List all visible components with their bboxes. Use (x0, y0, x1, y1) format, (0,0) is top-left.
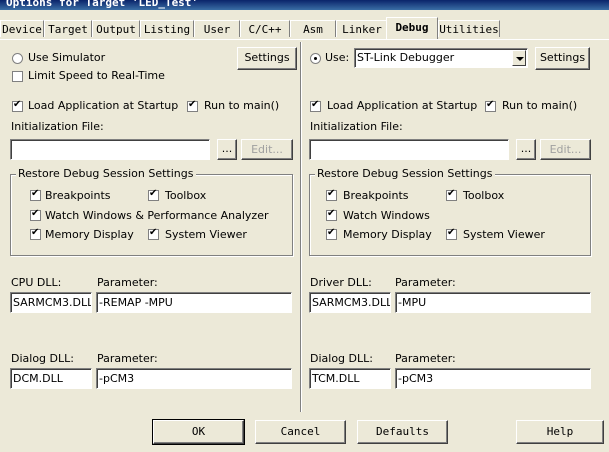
left-sysviewer-checkbox[interactable] (148, 227, 159, 240)
right-toolbox-label: Toolbox (463, 189, 505, 202)
right-sysviewer-checkbox[interactable] (446, 227, 457, 240)
right-init-file-label: Initialization File: (310, 120, 403, 133)
left-dialog-param-label: Parameter: (97, 352, 158, 365)
use-debugger-radio[interactable] (310, 53, 321, 64)
right-edit-button[interactable]: Edit... (540, 139, 591, 160)
use-debugger-label: Use: (325, 51, 350, 64)
right-dialog-dll-label: Dialog DLL: (310, 352, 373, 365)
cpu-param-input[interactable]: -REMAP -MPU (96, 292, 292, 313)
debugger-select[interactable]: ST-Link Debugger (354, 48, 528, 68)
left-dialog-dll-label: Dialog DLL: (11, 352, 74, 365)
tab-output[interactable]: Output (92, 20, 140, 37)
right-watch-checkbox[interactable] (326, 208, 337, 221)
left-breakpoints-label: Breakpoints (45, 189, 111, 202)
left-run-to-main-checkbox[interactable] (187, 99, 198, 112)
limit-speed-checkbox[interactable] (12, 71, 23, 82)
left-sysviewer-label: System Viewer (165, 228, 247, 241)
tab-strip: Device Target Output Listing User C/C++ … (0, 17, 609, 40)
driver-dll-input[interactable]: SARMCM3.DLL (309, 292, 391, 313)
right-breakpoints-checkbox[interactable] (326, 188, 337, 201)
panel-divider (300, 42, 302, 412)
use-simulator-label: Use Simulator (28, 51, 106, 64)
left-toolbox-checkbox[interactable] (148, 188, 159, 201)
right-memory-label: Memory Display (343, 228, 432, 241)
left-load-app-checkbox[interactable] (12, 99, 23, 112)
tab-target[interactable]: Target (44, 20, 92, 37)
left-memory-label: Memory Display (45, 228, 134, 241)
right-load-app-checkbox[interactable] (310, 99, 321, 112)
cancel-button[interactable]: Cancel (255, 420, 346, 444)
right-dialog-dll-input[interactable]: TCM.DLL (309, 368, 391, 389)
right-run-to-main-checkbox[interactable] (485, 99, 496, 112)
tab-user[interactable]: User (194, 20, 240, 37)
right-dialog-param-label: Parameter: (395, 352, 456, 365)
left-dialog-dll-input[interactable]: DCM.DLL (10, 368, 92, 389)
tab-asm[interactable]: Asm (290, 20, 336, 37)
right-load-app-label: Load Application at Startup (327, 99, 478, 112)
defaults-button[interactable]: Defaults (357, 420, 448, 444)
tab-cpp[interactable]: C/C++ (240, 20, 290, 37)
right-settings-button[interactable]: Settings (535, 47, 590, 70)
right-dialog-param-input[interactable]: -pCM3 (395, 368, 591, 389)
right-breakpoints-label: Breakpoints (343, 189, 409, 202)
left-settings-button[interactable]: Settings (237, 47, 297, 70)
driver-param-input[interactable]: -MPU (395, 292, 591, 313)
limit-speed-label: Limit Speed to Real-Time (28, 69, 165, 82)
left-dialog-param-input[interactable]: -pCM3 (96, 368, 292, 389)
tab-linker[interactable]: Linker (336, 20, 388, 37)
right-watch-label: Watch Windows (343, 209, 430, 222)
right-toolbox-checkbox[interactable] (446, 188, 457, 201)
left-memory-checkbox[interactable] (30, 227, 41, 240)
tab-utilities[interactable]: Utilities (438, 20, 500, 37)
cpu-dll-input[interactable]: SARMCM3.DLL (10, 292, 92, 313)
driver-dll-label: Driver DLL: (310, 276, 372, 289)
ok-button[interactable]: OK (152, 419, 245, 445)
left-watch-label: Watch Windows & Performance Analyzer (45, 209, 269, 222)
chevron-down-icon[interactable] (512, 50, 526, 66)
right-init-file-input[interactable] (309, 139, 509, 160)
left-edit-button[interactable]: Edit... (241, 139, 293, 160)
window-title: Options for Target 'LED_Test' (6, 0, 199, 9)
window-title-bar: Options for Target 'LED_Test' (0, 0, 609, 10)
left-restore-title: Restore Debug Session Settings (16, 167, 196, 180)
left-init-file-label: Initialization File: (11, 120, 104, 133)
tab-device[interactable]: Device (0, 20, 44, 37)
right-browse-button[interactable]: ... (516, 139, 536, 160)
cpu-dll-label: CPU DLL: (11, 276, 62, 289)
left-breakpoints-checkbox[interactable] (30, 188, 41, 201)
driver-param-label: Parameter: (395, 276, 456, 289)
left-toolbox-label: Toolbox (165, 189, 207, 202)
right-run-to-main-label: Run to main() (502, 99, 578, 112)
cpu-param-label: Parameter: (97, 276, 158, 289)
left-run-to-main-label: Run to main() (204, 99, 280, 112)
use-simulator-radio[interactable] (12, 53, 23, 64)
help-button[interactable]: Help (516, 420, 604, 444)
left-browse-button[interactable]: ... (217, 139, 237, 160)
right-sysviewer-label: System Viewer (463, 228, 545, 241)
tab-listing[interactable]: Listing (140, 20, 194, 37)
right-memory-checkbox[interactable] (326, 227, 337, 240)
left-init-file-input[interactable] (10, 139, 210, 160)
tab-debug[interactable]: Debug (386, 17, 438, 39)
left-load-app-label: Load Application at Startup (28, 99, 179, 112)
right-restore-title: Restore Debug Session Settings (315, 167, 495, 180)
debugger-select-value: ST-Link Debugger (357, 51, 455, 64)
left-watch-checkbox[interactable] (30, 208, 41, 221)
